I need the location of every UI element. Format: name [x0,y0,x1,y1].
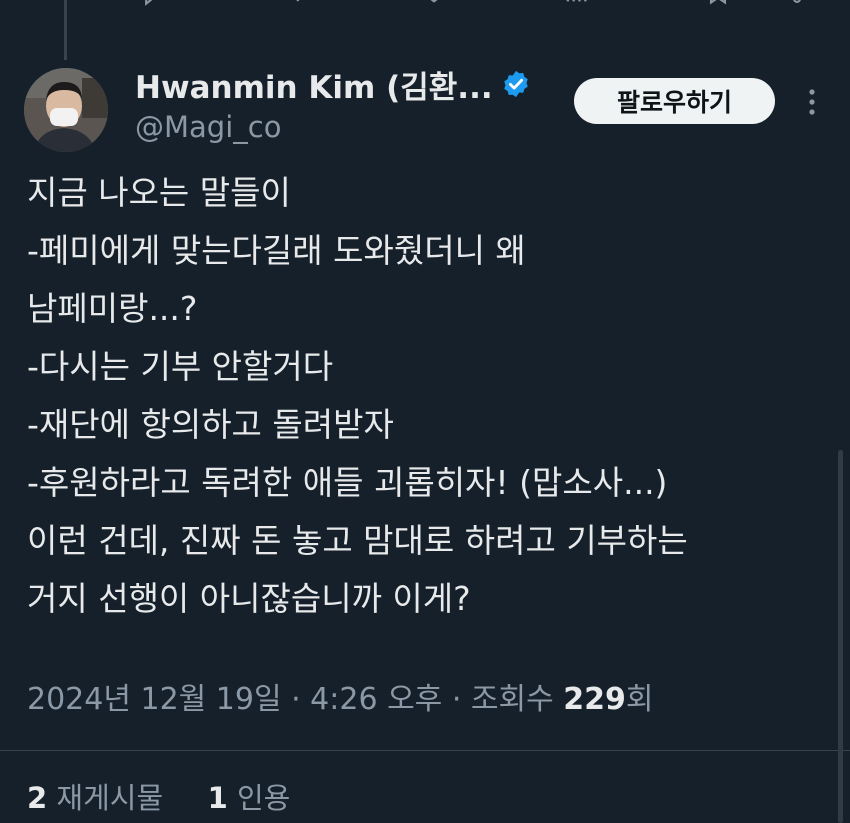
reposts-stat[interactable]: 2 재게시물 [27,781,163,815]
reposts-label: 재게시물 [47,781,164,815]
quotes-stat[interactable]: 1 인용 [208,781,291,815]
thread-connector-line [64,0,67,60]
more-dots-icon [809,89,815,115]
like-action[interactable] [420,0,448,6]
tweet-text: 지금 나오는 말들이 -페미에게 맞는다길래 도와줬더니 왜 남페미랑...? … [27,164,827,628]
reply-icon [145,0,154,6]
author-info[interactable]: Hwanmin Kim (김환... @Magi_co [135,62,531,144]
engagement-stats: 2 재게시물 1 인용 [27,775,290,817]
reply-count: 1 [172,0,186,5]
previous-tweet-action-bar: 1 3 732 [0,0,850,18]
tweet-line: 이런 건데, 진짜 돈 놓고 맘대로 하려고 기부하는 [27,521,688,560]
divider [0,750,850,751]
verified-badge-icon [503,70,528,98]
views-chart-icon [566,0,587,2]
views-total: 229 [563,682,626,717]
tweet-line: 남페미랑...? [27,289,198,328]
author-handle[interactable]: @Magi_co [135,110,531,144]
scrollbar[interactable] [838,450,843,823]
tweet-line: -후원하라고 독려한 애들 괴롭히자! (맙소사...) [27,463,668,502]
tweet-line: 지금 나오는 말들이 [27,173,291,212]
reposts-count: 2 [27,781,48,815]
quotes-label: 인용 [227,781,291,815]
avatar-image [24,68,108,152]
quotes-count: 1 [207,781,228,815]
retweet-icon [296,0,300,2]
tweet-line: -다시는 기부 안할거다 [27,347,334,386]
bookmark-action[interactable] [704,0,732,6]
avatar[interactable] [24,68,108,152]
views-suffix: 회 [625,682,654,717]
tweet-line: 거지 선행이 아니잖습니까 이게? [27,579,471,618]
share-icon [793,0,801,3]
tweet-timestamp[interactable]: 2024년 12월 19일 · 4:26 오후 · 조회수 [27,682,563,717]
views-count: 732 [596,0,638,5]
tweet-line: -재단에 항의하고 돌려받자 [27,405,394,444]
retweet-action[interactable]: 3 [278,0,326,6]
bookmark-icon [709,0,727,5]
tweet-line: -페미에게 맞는다길래 도와줬더니 왜 [27,231,526,270]
heart-icon [430,0,438,3]
follow-button[interactable]: 팔로우하기 [574,78,775,124]
retweet-count: 3 [312,0,326,5]
tweet-meta: 2024년 12월 19일 · 4:26 오후 · 조회수 229회 [27,674,653,718]
views-action[interactable]: 732 [562,0,638,6]
more-options-button[interactable] [797,82,827,122]
reply-action[interactable]: 1 [138,0,186,6]
author-display-name[interactable]: Hwanmin Kim (김환... [135,62,493,107]
share-action[interactable] [776,0,804,6]
